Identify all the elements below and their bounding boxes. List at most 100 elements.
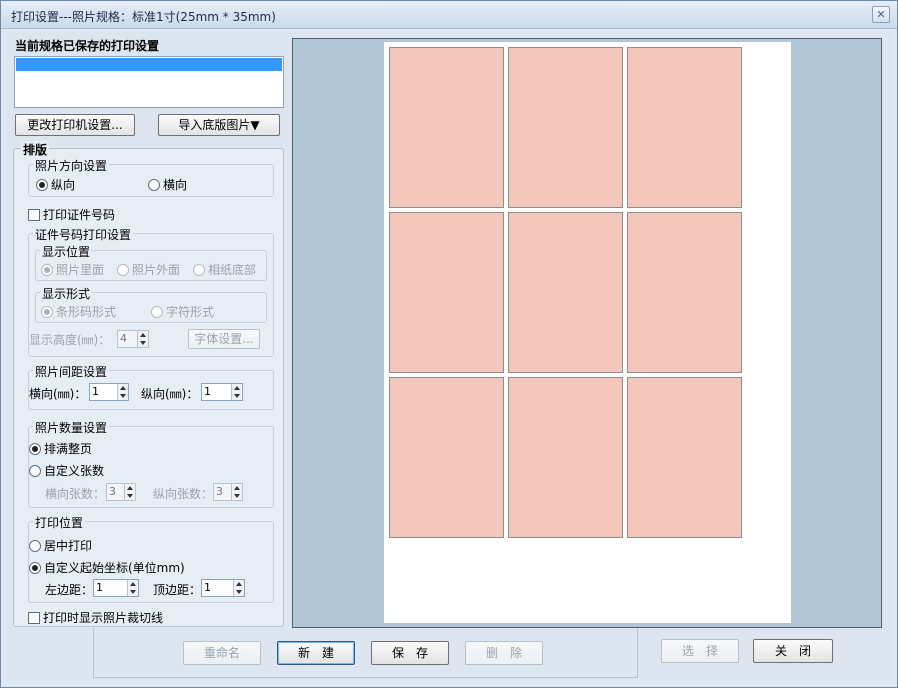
display-format-title: 显示形式: [40, 285, 93, 302]
select-button[interactable]: 选 择: [661, 639, 739, 663]
saved-settings-list[interactable]: [14, 56, 284, 108]
layout-panel: 排版 照片方向设置 纵向 横向 打印证件号码 证件号码打印设置 显示位置 照片里…: [13, 141, 284, 627]
radio-icon[interactable]: [36, 179, 48, 191]
position-outside-label: 照片外面: [132, 263, 181, 277]
radio-icon[interactable]: [29, 540, 41, 552]
fill-page-radio[interactable]: 排满整页: [29, 440, 92, 457]
spin-arrows-icon[interactable]: [124, 484, 135, 500]
print-preview: [292, 38, 882, 628]
preview-photo: [627, 212, 742, 373]
spacing-h-label: 横向(㎜)：: [29, 387, 87, 401]
count-group: 照片数量设置 排满整页 自定义张数 横向张数： 3 纵向张数： 3: [28, 419, 274, 508]
top-margin-stepper[interactable]: 1: [201, 579, 245, 597]
count-h-value[interactable]: 3: [109, 485, 116, 498]
count-v-stepper[interactable]: 3: [213, 483, 243, 501]
import-template-button[interactable]: 导入底版图片▼: [158, 114, 280, 136]
fill-page-label: 排满整页: [44, 442, 93, 456]
spin-arrows-icon[interactable]: [231, 384, 242, 400]
radio-icon[interactable]: [148, 179, 160, 191]
spin-arrows-icon[interactable]: [117, 384, 128, 400]
count-v-value[interactable]: 3: [216, 485, 223, 498]
position-inside-label: 照片里面: [56, 263, 105, 277]
format-text-label: 字符形式: [166, 305, 215, 319]
spacing-v-label: 纵向(㎜)：: [141, 387, 199, 401]
close-icon[interactable]: ✕: [872, 6, 890, 23]
landscape-radio[interactable]: 横向: [148, 176, 187, 193]
preview-photo: [508, 377, 623, 538]
spacing-h-value[interactable]: 1: [92, 385, 99, 398]
custom-count-radio[interactable]: 自定义张数: [29, 462, 104, 479]
position-bottom-radio[interactable]: 相纸底部: [193, 261, 256, 278]
print-position-group: 打印位置 居中打印 自定义起始坐标(单位mm) 左边距： 1 顶边距： 1: [28, 514, 274, 603]
orientation-group: 照片方向设置 纵向 横向: [28, 157, 274, 197]
print-position-title: 打印位置: [33, 514, 86, 531]
center-print-radio[interactable]: 居中打印: [29, 537, 92, 554]
id-print-title: 证件号码打印设置: [33, 226, 134, 243]
saved-settings-label: 当前规格已保存的打印设置: [15, 39, 160, 53]
position-outside-radio[interactable]: 照片外面: [117, 261, 180, 278]
window-title: 打印设置---照片规格：标准1寸(25mm * 35mm): [11, 10, 276, 24]
portrait-radio[interactable]: 纵向: [36, 176, 75, 193]
display-height-label: 显示高度(㎜)：: [29, 333, 111, 347]
radio-icon[interactable]: [193, 264, 205, 276]
dialog-client: 当前规格已保存的打印设置 更改打印机设置... 导入底版图片▼ 排版 照片方向设…: [7, 31, 891, 683]
radio-icon[interactable]: [151, 306, 163, 318]
spin-arrows-icon[interactable]: [233, 580, 244, 596]
left-margin-stepper[interactable]: 1: [93, 579, 139, 597]
change-printer-button[interactable]: 更改打印机设置...: [15, 114, 135, 136]
checkbox-icon[interactable]: [28, 612, 40, 624]
left-margin-value[interactable]: 1: [96, 581, 103, 594]
save-button[interactable]: 保 存: [371, 641, 449, 665]
position-inside-radio[interactable]: 照片里面: [41, 261, 104, 278]
format-barcode-label: 条形码形式: [56, 305, 117, 319]
preview-photo: [389, 47, 504, 208]
crop-lines-label: 打印时显示照片裁切线: [43, 611, 164, 625]
spacing-v-value[interactable]: 1: [204, 385, 211, 398]
preview-photo: [508, 212, 623, 373]
left-margin-label: 左边距：: [45, 583, 94, 597]
spin-arrows-icon[interactable]: [137, 331, 148, 347]
layout-title: 排版: [21, 141, 50, 158]
preview-photo: [627, 377, 742, 538]
font-settings-button[interactable]: 字体设置...: [188, 329, 260, 349]
radio-icon[interactable]: [29, 562, 41, 574]
radio-icon[interactable]: [29, 465, 41, 477]
preview-photo: [389, 377, 504, 538]
radio-icon[interactable]: [117, 264, 129, 276]
custom-origin-label: 自定义起始坐标(单位mm): [44, 561, 185, 575]
display-position-title: 显示位置: [40, 243, 93, 260]
format-barcode-radio[interactable]: 条形码形式: [41, 303, 116, 320]
count-v-label: 纵向张数：: [153, 487, 214, 501]
count-h-stepper[interactable]: 3: [106, 483, 136, 501]
preview-paper: [384, 42, 791, 623]
selected-list-item[interactable]: [16, 58, 282, 71]
center-print-label: 居中打印: [44, 539, 93, 553]
format-text-radio[interactable]: 字符形式: [151, 303, 214, 320]
radio-icon[interactable]: [41, 264, 53, 276]
crop-lines-checkbox[interactable]: 打印时显示照片裁切线: [28, 609, 163, 626]
spacing-h-stepper[interactable]: 1: [89, 383, 129, 401]
radio-icon[interactable]: [41, 306, 53, 318]
preview-photo: [508, 47, 623, 208]
close-button[interactable]: 关 闭: [753, 639, 833, 663]
print-id-checkbox[interactable]: 打印证件号码: [28, 206, 115, 223]
display-height-stepper[interactable]: 4: [117, 330, 149, 348]
display-position-group: 显示位置 照片里面 照片外面 相纸底部: [35, 243, 267, 281]
top-margin-value[interactable]: 1: [204, 581, 211, 594]
spin-arrows-icon[interactable]: [127, 580, 138, 596]
radio-icon[interactable]: [29, 443, 41, 455]
print-id-label: 打印证件号码: [43, 208, 116, 222]
new-button[interactable]: 新 建: [277, 641, 355, 665]
display-height-value[interactable]: 4: [120, 332, 127, 345]
spacing-v-stepper[interactable]: 1: [201, 383, 243, 401]
rename-button[interactable]: 重命名: [183, 641, 261, 665]
spin-arrows-icon[interactable]: [231, 484, 242, 500]
spacing-title: 照片间距设置: [33, 363, 110, 380]
action-bar: [93, 628, 638, 678]
delete-button[interactable]: 删 除: [465, 641, 543, 665]
orientation-title: 照片方向设置: [33, 157, 110, 174]
checkbox-icon[interactable]: [28, 209, 40, 221]
preview-photo: [389, 212, 504, 373]
custom-origin-radio[interactable]: 自定义起始坐标(单位mm): [29, 559, 185, 576]
preview-photo: [627, 47, 742, 208]
